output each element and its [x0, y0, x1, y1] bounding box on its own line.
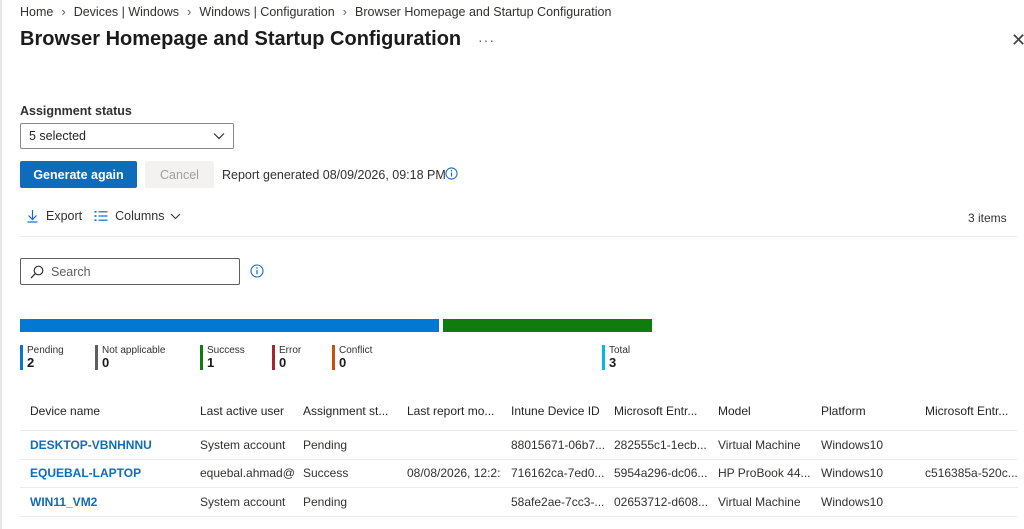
assignment-status-label: Assignment status	[20, 104, 132, 118]
columns-button[interactable]: Columns	[94, 209, 181, 223]
row-divider	[20, 459, 1018, 460]
device-name-link[interactable]: WIN11_VM2	[30, 495, 190, 509]
model-cell: Virtual Machine	[718, 495, 801, 509]
legend-color-marker	[272, 345, 275, 370]
export-button[interactable]: Export	[26, 209, 82, 223]
row-divider	[20, 516, 1018, 517]
status-bar-success-segment[interactable]	[443, 319, 652, 332]
entra-device-id-cell: 282555c1-1ecb...	[614, 438, 707, 452]
entra-device-id-cell: 5954a296-dc06...	[614, 466, 708, 480]
column-header-last-report-modified[interactable]: Last report mo...	[407, 404, 502, 418]
columns-label: Columns	[115, 209, 165, 223]
info-icon[interactable]	[445, 167, 458, 180]
legend-value: 0	[279, 355, 287, 370]
assignment-status-value: 5 selected	[29, 129, 86, 143]
last-active-user-cell: System account	[200, 438, 286, 452]
legend-color-marker	[95, 345, 98, 370]
entra-extra-cell: c516385a-520c...	[925, 466, 1018, 480]
close-icon[interactable]: ✕	[1011, 30, 1024, 51]
legend-value: 1	[207, 355, 215, 370]
row-divider	[20, 487, 1018, 488]
column-header-entra-device-id[interactable]: Microsoft Entr...	[614, 404, 709, 418]
command-toolbar: Export Columns	[26, 209, 193, 223]
table-header-divider	[20, 430, 1018, 431]
legend-value: 0	[102, 355, 110, 370]
model-cell: Virtual Machine	[718, 438, 801, 452]
last-active-user-cell: System account	[200, 495, 286, 509]
generate-again-button[interactable]: Generate again	[20, 161, 137, 188]
legend-total: Total 3	[602, 345, 630, 370]
breadcrumb-home[interactable]: Home	[20, 5, 53, 19]
more-options-icon[interactable]: ···	[478, 32, 495, 48]
legend-color-marker	[602, 345, 605, 370]
info-icon[interactable]	[250, 264, 264, 278]
columns-list-icon	[94, 211, 108, 221]
export-label: Export	[46, 209, 83, 223]
legend-value: 3	[609, 355, 617, 370]
legend-value: 2	[27, 355, 35, 370]
assignment-status-cell: Pending	[303, 438, 348, 452]
column-header-last-active-user[interactable]: Last active user	[200, 404, 295, 418]
device-name-link[interactable]: DESKTOP-VBNHNNU	[30, 438, 190, 452]
breadcrumb-separator-icon: ›	[61, 4, 66, 19]
platform-cell: Windows10	[821, 466, 884, 480]
chevron-down-icon	[171, 213, 181, 219]
search-icon	[30, 265, 44, 278]
entra-device-id-cell: 02653712-d608...	[614, 495, 709, 509]
intune-device-id-cell: 58afe2ae-7cc3-...	[511, 495, 605, 509]
column-header-intune-device-id[interactable]: Intune Device ID	[511, 404, 606, 418]
column-header-device-name[interactable]: Device name	[30, 404, 190, 418]
legend-not-applicable[interactable]: Not applicable 0	[95, 345, 165, 370]
search-placeholder: Search	[51, 264, 91, 279]
page-title: Browser Homepage and Startup Configurati…	[20, 28, 462, 50]
legend-color-marker	[20, 345, 23, 370]
assignment-status-dropdown[interactable]: 5 selected	[20, 123, 234, 149]
device-name-link[interactable]: EQUEBAL-LAPTOP	[30, 466, 190, 480]
legend-success[interactable]: Success 1	[200, 345, 245, 370]
breadcrumb-windows-configuration[interactable]: Windows | Configuration	[199, 5, 334, 19]
assignment-status-cell: Success	[303, 466, 349, 480]
assignment-status-cell: Pending	[303, 495, 348, 509]
status-bar-pending-segment[interactable]	[20, 319, 439, 332]
legend-label: Not applicable	[102, 345, 166, 356]
intune-device-id-cell: 88015671-06b7...	[511, 438, 606, 452]
chevron-down-icon	[213, 133, 225, 140]
legend-value: 0	[339, 355, 347, 370]
column-header-assignment-status[interactable]: Assignment st...	[303, 404, 398, 418]
breadcrumb-current[interactable]: Browser Homepage and Startup Configurati…	[355, 5, 611, 19]
cancel-button[interactable]: Cancel	[145, 161, 214, 188]
items-count: 3 items	[968, 211, 1007, 225]
intune-device-id-cell: 716162ca-7ed0...	[511, 466, 605, 480]
column-header-platform[interactable]: Platform	[821, 404, 916, 418]
left-edge-divider	[0, 0, 2, 529]
platform-cell: Windows10	[821, 495, 884, 509]
model-cell: HP ProBook 44...	[718, 466, 811, 480]
legend-pending[interactable]: Pending 2	[20, 345, 64, 370]
report-generated-text: Report generated 08/09/2026, 09:18 PM	[222, 168, 446, 182]
last-active-user-cell: equebal.ahmad@	[200, 466, 295, 480]
breadcrumb-separator-icon: ›	[342, 4, 347, 19]
breadcrumb-devices-windows[interactable]: Devices | Windows	[74, 5, 179, 19]
column-header-entra-extra[interactable]: Microsoft Entr...	[925, 404, 1018, 418]
search-input[interactable]: Search	[20, 258, 240, 285]
breadcrumb-separator-icon: ›	[187, 4, 192, 19]
legend-error[interactable]: Error 0	[272, 345, 301, 370]
legend-conflict[interactable]: Conflict 0	[332, 345, 372, 370]
toolbar-divider	[20, 236, 1018, 237]
legend-color-marker	[200, 345, 203, 370]
breadcrumb: Home › Devices | Windows › Windows | Con…	[20, 4, 611, 19]
column-header-model[interactable]: Model	[718, 404, 813, 418]
platform-cell: Windows10	[821, 438, 884, 452]
last-report-cell: 08/08/2026, 12:2:	[407, 466, 501, 480]
download-icon	[27, 210, 38, 223]
legend-color-marker	[332, 345, 335, 370]
